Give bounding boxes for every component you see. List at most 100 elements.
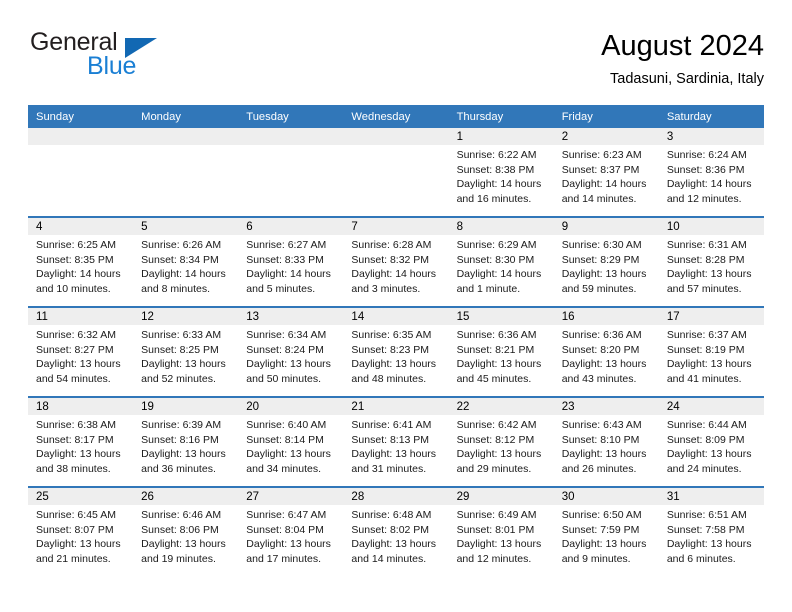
day-number: 22 bbox=[448, 398, 554, 415]
calendar-day-cell[interactable]: 14 Sunrise: 6:35 AM Sunset: 8:23 PM Dayligh… bbox=[343, 306, 449, 397]
daylight-text: Daylight: 13 hours bbox=[561, 538, 647, 551]
sunrise-text: Sunrise: 6:31 AM bbox=[666, 239, 747, 251]
day-detail-lines: Sunrise: 6:25 AM Sunset: 8:35 PM Daylight:… bbox=[28, 235, 133, 296]
day-cell-inner: 26 Sunrise: 6:46 AM Sunset: 8:06 PM Dayligh… bbox=[133, 488, 239, 576]
day-cell-inner: 30 Sunrise: 6:50 AM Sunset: 7:59 PM Dayligh… bbox=[553, 488, 659, 576]
calendar-day-cell[interactable]: 3 Sunrise: 6:24 AM Sunset: 8:36 PM Daylight… bbox=[658, 128, 764, 217]
day-cell-inner bbox=[133, 128, 239, 216]
calendar-day-cell[interactable]: 20 Sunrise: 6:40 AM Sunset: 8:14 PM Dayligh… bbox=[238, 396, 344, 487]
day-number bbox=[238, 128, 344, 145]
sunset-text: Sunset: 7:59 PM bbox=[561, 523, 640, 536]
sunrise-text: Sunrise: 6:40 AM bbox=[246, 419, 327, 431]
day-number: 18 bbox=[28, 398, 134, 415]
day-detail-lines: Sunrise: 6:32 AM Sunset: 8:27 PM Daylight:… bbox=[28, 325, 133, 386]
day-detail-lines: Sunrise: 6:50 AM Sunset: 7:59 PM Daylight:… bbox=[554, 505, 659, 566]
sunset-text: Sunset: 8:38 PM bbox=[456, 163, 535, 176]
daylight-text: and 34 minutes. bbox=[246, 462, 321, 475]
daylight-text: and 50 minutes. bbox=[246, 372, 321, 385]
daylight-text: and 5 minutes. bbox=[246, 282, 316, 295]
calendar-day-cell[interactable]: 10 Sunrise: 6:31 AM Sunset: 8:28 PM Dayligh… bbox=[658, 216, 764, 307]
day-cell-inner: 21 Sunrise: 6:41 AM Sunset: 8:13 PM Dayligh… bbox=[343, 398, 449, 486]
calendar-day-cell[interactable]: 21 Sunrise: 6:41 AM Sunset: 8:13 PM Dayligh… bbox=[343, 396, 449, 487]
calendar-day-cell[interactable]: 28 Sunrise: 6:48 AM Sunset: 8:02 PM Dayligh… bbox=[343, 486, 449, 576]
calendar-day-cell[interactable]: 9 Sunrise: 6:30 AM Sunset: 8:29 PM Daylight… bbox=[553, 216, 659, 307]
calendar-day-cell[interactable]: 17 Sunrise: 6:37 AM Sunset: 8:19 PM Dayligh… bbox=[658, 306, 764, 397]
calendar-day-cell[interactable]: 15 Sunrise: 6:36 AM Sunset: 8:21 PM Dayligh… bbox=[448, 306, 554, 397]
day-cell-inner: 19 Sunrise: 6:39 AM Sunset: 8:16 PM Dayligh… bbox=[133, 398, 239, 486]
daylight-text: and 12 minutes. bbox=[666, 192, 742, 205]
day-number: 19 bbox=[133, 398, 239, 415]
calendar-day-cell[interactable]: 7 Sunrise: 6:28 AM Sunset: 8:32 PM Daylight… bbox=[343, 216, 449, 307]
sunrise-text: Sunrise: 6:34 AM bbox=[246, 329, 327, 341]
day-number: 2 bbox=[553, 128, 659, 145]
calendar-day-cell[interactable]: 27 Sunrise: 6:47 AM Sunset: 8:04 PM Dayligh… bbox=[238, 486, 344, 576]
calendar-day-cell[interactable]: 26 Sunrise: 6:46 AM Sunset: 8:06 PM Dayligh… bbox=[133, 486, 239, 576]
day-number: 23 bbox=[553, 398, 659, 415]
daylight-text: Daylight: 13 hours bbox=[561, 358, 647, 371]
sunrise-text: Sunrise: 6:50 AM bbox=[561, 509, 642, 521]
calendar-day-cell[interactable]: 1 Sunrise: 6:22 AM Sunset: 8:38 PM Daylight… bbox=[448, 128, 554, 217]
sunset-text: Sunset: 8:37 PM bbox=[561, 163, 640, 176]
calendar-day-cell[interactable]: 29 Sunrise: 6:49 AM Sunset: 8:01 PM Dayligh… bbox=[448, 486, 554, 576]
weekday-headers: Sunday Monday Tuesday Wednesday Thursday Frid… bbox=[28, 105, 764, 128]
day-detail-lines: Sunrise: 6:48 AM Sunset: 8:02 PM Daylight:… bbox=[343, 505, 448, 566]
day-number: 15 bbox=[448, 308, 554, 325]
calendar-day-cell[interactable]: 19 Sunrise: 6:39 AM Sunset: 8:16 PM Dayligh… bbox=[133, 396, 239, 487]
daylight-text: and 52 minutes. bbox=[141, 372, 216, 385]
day-number: 26 bbox=[133, 488, 239, 505]
day-cell-inner bbox=[238, 128, 344, 216]
calendar-day-cell[interactable]: 16 Sunrise: 6:36 AM Sunset: 8:20 PM Dayligh… bbox=[553, 306, 659, 397]
calendar-day-cell[interactable]: 13 Sunrise: 6:34 AM Sunset: 8:24 PM Dayligh… bbox=[238, 306, 344, 397]
daylight-text: and 36 minutes. bbox=[141, 462, 216, 475]
day-detail-lines: Sunrise: 6:33 AM Sunset: 8:25 PM Daylight:… bbox=[133, 325, 238, 386]
calendar-day-cell[interactable]: 11 Sunrise: 6:32 AM Sunset: 8:27 PM Dayligh… bbox=[28, 306, 134, 397]
calendar-day-cell[interactable]: 8 Sunrise: 6:29 AM Sunset: 8:30 PM Daylight… bbox=[448, 216, 554, 307]
day-detail-lines bbox=[28, 145, 133, 148]
calendar-day-cell[interactable]: 25 Sunrise: 6:45 AM Sunset: 8:07 PM Dayligh… bbox=[28, 486, 134, 576]
calendar-week-row: 25 Sunrise: 6:45 AM Sunset: 8:07 PM Dayligh… bbox=[28, 486, 764, 576]
day-cell-inner: 25 Sunrise: 6:45 AM Sunset: 8:07 PM Dayligh… bbox=[28, 488, 134, 576]
calendar-day-cell[interactable]: 30 Sunrise: 6:50 AM Sunset: 7:59 PM Dayligh… bbox=[553, 486, 659, 576]
sunset-text: Sunset: 8:12 PM bbox=[456, 433, 535, 446]
sunrise-text: Sunrise: 6:33 AM bbox=[141, 329, 222, 341]
calendar-day-cell[interactable]: 12 Sunrise: 6:33 AM Sunset: 8:25 PM Dayligh… bbox=[133, 306, 239, 397]
daylight-text: and 16 minutes. bbox=[456, 192, 532, 205]
calendar-page: General Blue August 2024 Tadasuni, Sardi… bbox=[0, 0, 792, 612]
sunrise-text: Sunrise: 6:30 AM bbox=[561, 239, 642, 251]
sunset-text: Sunset: 8:09 PM bbox=[666, 433, 745, 446]
sunrise-text: Sunrise: 6:38 AM bbox=[36, 419, 116, 431]
daylight-text: Daylight: 14 hours bbox=[246, 268, 331, 281]
day-cell-inner bbox=[343, 128, 449, 216]
day-number bbox=[28, 128, 134, 145]
calendar-day-cell[interactable]: 18 Sunrise: 6:38 AM Sunset: 8:17 PM Dayligh… bbox=[28, 396, 134, 487]
sunrise-text: Sunrise: 6:35 AM bbox=[351, 329, 432, 341]
daylight-text: Daylight: 13 hours bbox=[36, 448, 121, 461]
daylight-text: Daylight: 14 hours bbox=[36, 268, 121, 281]
calendar-day-cell[interactable]: 23 Sunrise: 6:43 AM Sunset: 8:10 PM Dayligh… bbox=[553, 396, 659, 487]
calendar-table: Sunday Monday Tuesday Wednesday Thursday Frid… bbox=[28, 105, 764, 576]
calendar-day-cell[interactable]: 4 Sunrise: 6:25 AM Sunset: 8:35 PM Daylight… bbox=[28, 216, 134, 307]
sunset-text: Sunset: 8:29 PM bbox=[561, 253, 640, 266]
day-detail-lines: Sunrise: 6:36 AM Sunset: 8:20 PM Daylight:… bbox=[554, 325, 659, 386]
sunrise-text: Sunrise: 6:27 AM bbox=[246, 239, 327, 251]
calendar-day-cell[interactable]: 2 Sunrise: 6:23 AM Sunset: 8:37 PM Daylight… bbox=[553, 128, 659, 217]
day-number: 27 bbox=[238, 488, 344, 505]
day-cell-inner: 2 Sunrise: 6:23 AM Sunset: 8:37 PM Daylight… bbox=[553, 128, 659, 216]
title-block: August 2024 Tadasuni, Sardinia, Italy bbox=[601, 28, 764, 90]
daylight-text: and 14 minutes. bbox=[351, 552, 427, 565]
sunset-text: Sunset: 7:58 PM bbox=[666, 523, 745, 536]
sunset-text: Sunset: 8:23 PM bbox=[351, 343, 430, 356]
sunrise-text: Sunrise: 6:24 AM bbox=[666, 149, 747, 161]
daylight-text: and 45 minutes. bbox=[456, 372, 532, 385]
calendar-day-cell[interactable]: 5 Sunrise: 6:26 AM Sunset: 8:34 PM Daylight… bbox=[133, 216, 239, 307]
calendar-day-cell[interactable]: 22 Sunrise: 6:42 AM Sunset: 8:12 PM Dayligh… bbox=[448, 396, 554, 487]
day-cell-inner: 7 Sunrise: 6:28 AM Sunset: 8:32 PM Daylight… bbox=[343, 218, 449, 306]
day-cell-inner: 20 Sunrise: 6:40 AM Sunset: 8:14 PM Dayligh… bbox=[238, 398, 344, 486]
day-number: 9 bbox=[553, 218, 659, 235]
calendar-day-cell[interactable]: 31 Sunrise: 6:51 AM Sunset: 7:58 PM Dayligh… bbox=[658, 486, 764, 576]
day-detail-lines: Sunrise: 6:49 AM Sunset: 8:01 PM Daylight:… bbox=[449, 505, 554, 566]
calendar-day-cell[interactable]: 24 Sunrise: 6:44 AM Sunset: 8:09 PM Dayligh… bbox=[658, 396, 764, 487]
sunset-text: Sunset: 8:13 PM bbox=[351, 433, 430, 446]
calendar-day-cell[interactable]: 6 Sunrise: 6:27 AM Sunset: 8:33 PM Daylight… bbox=[238, 216, 344, 307]
brand-logo[interactable]: General Blue bbox=[28, 28, 248, 86]
